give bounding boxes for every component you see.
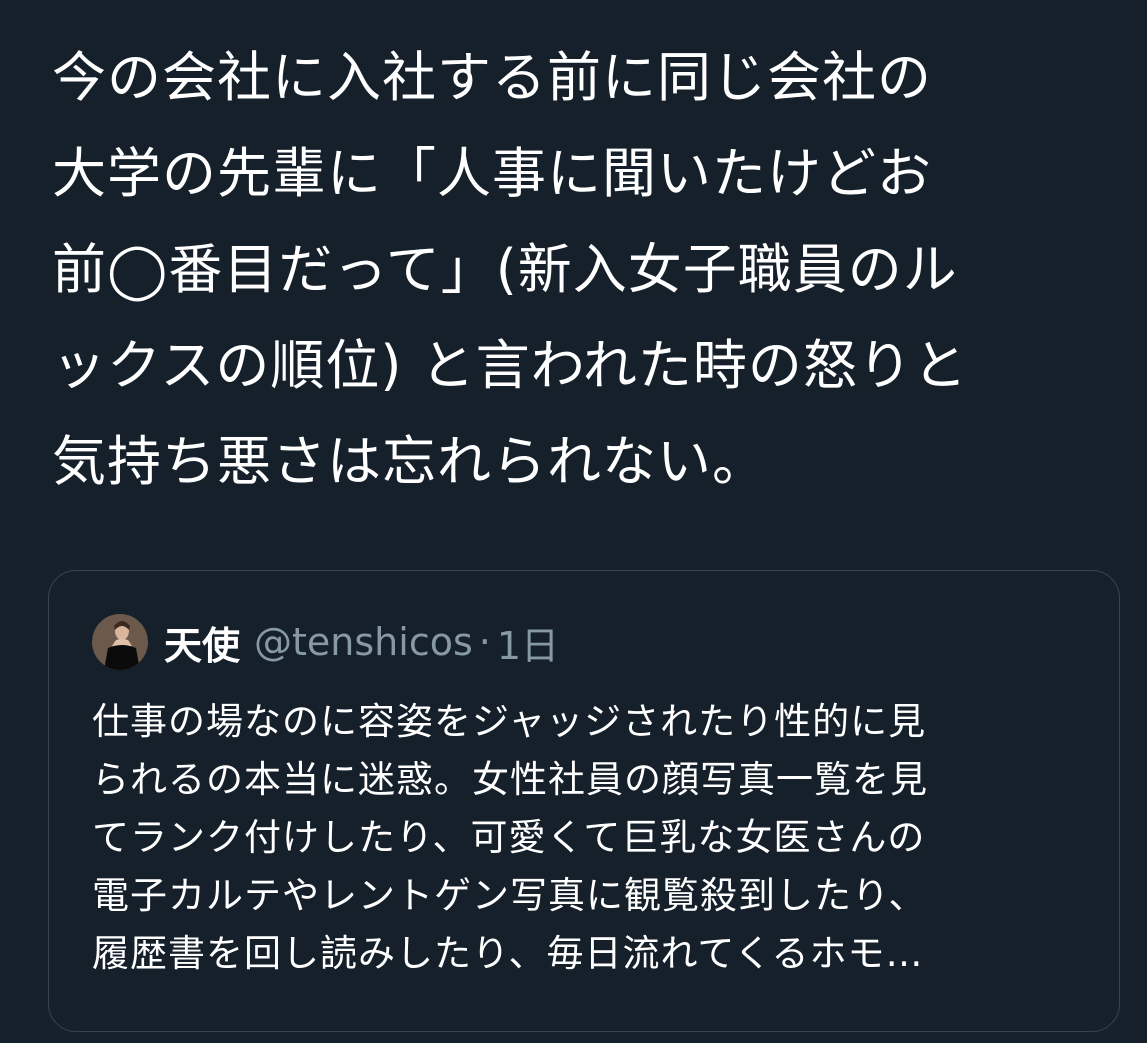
quoted-tweet-header: 天使 @tenshicos · 1日 (92, 614, 559, 670)
quoted-text-line: 仕事の場なのに容姿をジャッジされたり性的に見 (92, 700, 927, 743)
quoted-text-line: てランク付けしたり、可愛くて巨乳な女医さんの (92, 816, 926, 859)
tweet-text-line: 大学の先輩に「人事に聞いたけどお (52, 142, 932, 205)
tweet-text-line: 前◯番目だって」(新入女子職員のル (52, 238, 958, 301)
portrait-avatar-graphic (92, 614, 148, 670)
quoted-tweet-card[interactable]: 天使 @tenshicos · 1日 仕事の場なのに容姿をジャッジされたり性的に… (48, 570, 1120, 1032)
quoted-tweet-text: 仕事の場なのに容姿をジャッジされたり性的に見 られるの本当に迷惑。女性社員の顔写… (92, 693, 1082, 983)
tweet-text-line: 今の会社に入社する前に同じ会社の (52, 46, 932, 109)
separator-dot: · (478, 620, 491, 664)
quoted-handle[interactable]: @tenshicos (254, 620, 473, 664)
quoted-text-line: られるの本当に迷惑。女性社員の顔写真一覧を見 (92, 758, 928, 801)
tweet-text: 今の会社に入社する前に同じ会社の 大学の先輩に「人事に聞いたけどお 前◯番目だっ… (52, 30, 1122, 510)
quoted-display-name[interactable]: 天使 (164, 615, 240, 670)
portrait-avatar-icon[interactable] (92, 614, 148, 670)
tweet-text-line: 気持ち悪さは忘れられない。 (52, 430, 767, 493)
quoted-text-line: 電子カルテやレントゲン写真に観覧殺到したり、 (92, 874, 927, 917)
quoted-text-line: 履歴書を回し読みしたり、毎日流れてくるホモ… (92, 932, 924, 975)
tweet-text-line: ックスの順位) と言われた時の怒りと (52, 334, 968, 397)
quoted-timestamp[interactable]: 1日 (497, 615, 559, 670)
